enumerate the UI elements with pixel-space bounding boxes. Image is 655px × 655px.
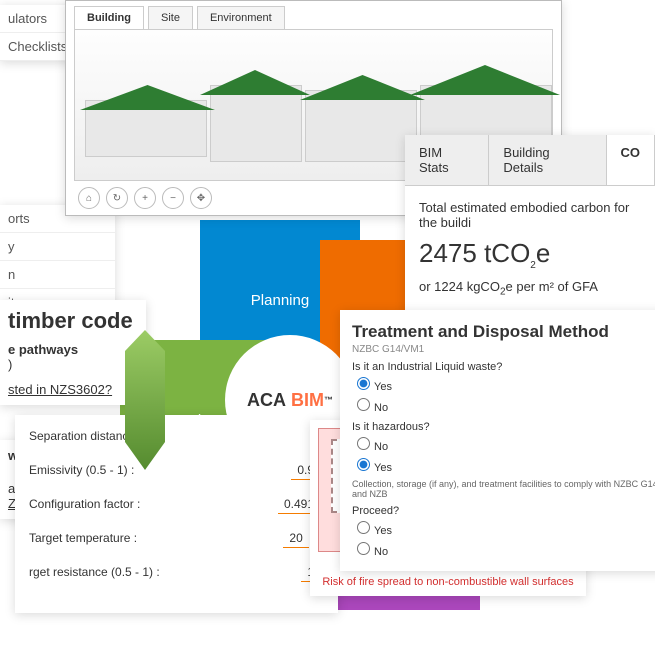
opt-yes[interactable]: Yes bbox=[352, 373, 655, 394]
label-separation: Separation distance : bbox=[29, 429, 142, 443]
opt-yes[interactable]: Yes bbox=[352, 454, 655, 475]
radio-no[interactable] bbox=[357, 437, 370, 450]
opt-yes[interactable]: Yes bbox=[352, 517, 655, 538]
label-resistance: rget resistance (0.5 - 1) : bbox=[29, 565, 160, 579]
timber-code-panel: timber code e pathways ) sted in NZS3602… bbox=[0, 300, 146, 405]
tab-environment[interactable]: Environment bbox=[197, 6, 285, 29]
treatment-ref: NZBC G14/VM1 bbox=[352, 344, 655, 355]
q-industrial: Is it an Industrial Liquid waste? bbox=[352, 361, 655, 373]
tab-building[interactable]: Building bbox=[74, 6, 144, 29]
radio-yes[interactable] bbox=[357, 521, 370, 534]
sidebar-item[interactable]: n bbox=[0, 261, 115, 289]
timber-title: timber code bbox=[8, 308, 138, 334]
tab-building-details[interactable]: Building Details bbox=[489, 135, 606, 185]
treatment-title: Treatment and Disposal Method bbox=[352, 322, 655, 342]
carbon-per-area: or 1224 kgCO2e per m² of GFA bbox=[419, 279, 641, 298]
treatment-panel: Treatment and Disposal Method NZBC G14/V… bbox=[340, 310, 655, 571]
pan-icon[interactable]: ✥ bbox=[190, 187, 212, 209]
tab-site[interactable]: Site bbox=[148, 6, 193, 29]
label-target-temp: Target temperature : bbox=[29, 531, 137, 545]
orbit-icon[interactable]: ↻ bbox=[106, 187, 128, 209]
opt-no[interactable]: No bbox=[352, 433, 655, 454]
label-config: Configuration factor : bbox=[29, 497, 140, 511]
zoom-out-icon[interactable]: − bbox=[162, 187, 184, 209]
input-target-temp[interactable]: 20 bbox=[283, 529, 308, 548]
zoom-in-icon[interactable]: + bbox=[134, 187, 156, 209]
tab-bim-stats[interactable]: BIM Stats bbox=[405, 135, 489, 185]
frr-risk-warning: Risk of fire spread to non-combustible w… bbox=[318, 576, 578, 588]
sidebar-item[interactable]: y bbox=[0, 233, 115, 261]
label-emissivity: Emissivity (0.5 - 1) : bbox=[29, 463, 134, 477]
viewer-tabs: Building Site Environment bbox=[66, 1, 561, 29]
radio-no[interactable] bbox=[357, 542, 370, 555]
opt-no[interactable]: No bbox=[352, 394, 655, 415]
home-icon[interactable]: ⌂ bbox=[78, 187, 100, 209]
radio-yes[interactable] bbox=[357, 377, 370, 390]
q-hazardous: Is it hazardous? bbox=[352, 421, 655, 433]
carbon-value: 2475 tCO2e bbox=[419, 238, 641, 271]
q-proceed: Proceed? bbox=[352, 505, 655, 517]
bim-stats-panel: BIM Stats Building Details CO Total esti… bbox=[405, 135, 655, 339]
treatment-note: Collection, storage (if any), and treatm… bbox=[352, 479, 655, 499]
radio-no[interactable] bbox=[357, 398, 370, 411]
carbon-lead: Total estimated embodied carbon for the … bbox=[419, 200, 641, 230]
cycle-arrow-icon bbox=[125, 330, 165, 470]
tab-co2[interactable]: CO bbox=[607, 135, 655, 185]
radio-yes[interactable] bbox=[357, 458, 370, 471]
opt-no[interactable]: No bbox=[352, 538, 655, 559]
